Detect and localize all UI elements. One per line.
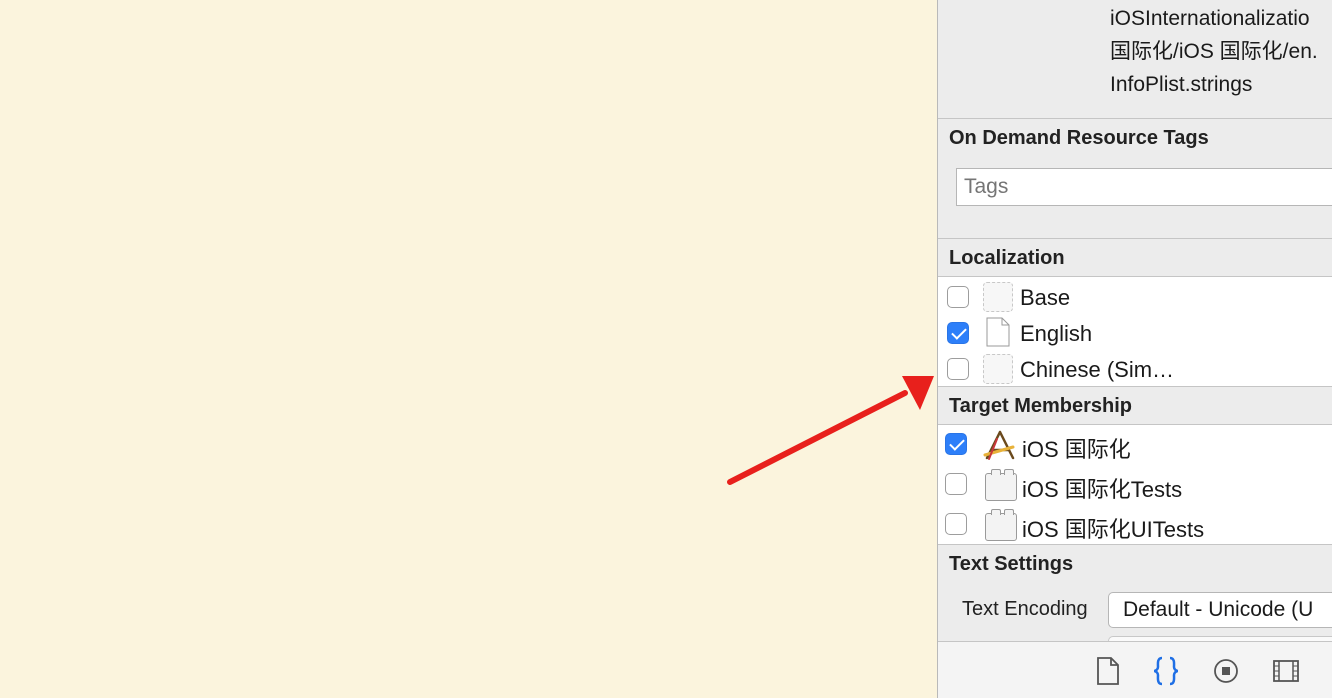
english-checkbox[interactable]	[947, 322, 969, 344]
annotation-arrow	[727, 376, 934, 485]
target-item[interactable]: iOS 国际化	[938, 427, 1332, 463]
localization-label: Base	[1020, 285, 1071, 310]
target-membership-list: iOS 国际化 iOS 国际化Tests iOS 国际化UITests	[938, 425, 1332, 544]
blank-file-icon	[983, 354, 1013, 384]
quick-help-icon[interactable]	[1152, 656, 1180, 686]
tags-input[interactable]	[956, 168, 1332, 206]
target-checkbox[interactable]	[945, 473, 967, 495]
divider	[938, 544, 1332, 545]
base-checkbox[interactable]	[947, 286, 969, 308]
text-encoding-popup[interactable]: Default - Unicode (U	[1108, 592, 1332, 628]
app-target-icon	[983, 430, 1015, 460]
file-icon	[986, 317, 1010, 347]
divider	[938, 238, 1332, 239]
test-bundle-icon	[985, 469, 1017, 501]
localization-item-chinese[interactable]: Chinese (Sim…	[938, 351, 1332, 387]
target-label: iOS 国际化UITests	[1022, 517, 1205, 542]
attributes-icon[interactable]	[1272, 656, 1300, 686]
text-settings-header: Text Settings	[949, 553, 1074, 575]
localization-item-english[interactable]: English	[938, 315, 1332, 351]
target-label: iOS 国际化	[1022, 437, 1131, 462]
target-checkbox[interactable]	[945, 513, 967, 535]
localization-label: Chinese (Sim…	[1020, 357, 1175, 382]
target-checkbox[interactable]	[945, 433, 967, 455]
divider	[938, 118, 1332, 119]
identity-icon[interactable]	[1212, 656, 1240, 686]
path-line: iOSInternationalizatio	[1110, 7, 1310, 30]
test-bundle-icon	[985, 509, 1017, 541]
divider	[938, 386, 1332, 387]
target-item[interactable]: iOS 国际化UITests	[938, 507, 1332, 543]
text-encoding-label: Text Encoding	[962, 598, 1088, 620]
path-line: InfoPlist.strings	[1110, 73, 1253, 96]
target-label: iOS 国际化Tests	[1022, 477, 1183, 502]
on-demand-header: On Demand Resource Tags	[949, 127, 1209, 149]
localization-header: Localization	[949, 247, 1065, 269]
localization-list: Base English Chinese (Sim…	[938, 277, 1332, 386]
localization-label: English	[1020, 321, 1093, 346]
chinese-checkbox[interactable]	[947, 358, 969, 380]
target-item[interactable]: iOS 国际化Tests	[938, 467, 1332, 503]
blank-file-icon	[983, 282, 1013, 312]
inspector-tab-bar	[938, 641, 1332, 698]
path-line: 国际化/iOS 国际化/en.	[1110, 40, 1318, 63]
file-inspector-icon[interactable]	[1094, 656, 1122, 686]
file-full-path: iOSInternationalizatio 国际化/iOS 国际化/en. I…	[1110, 2, 1318, 101]
file-inspector-panel: iOSInternationalizatio 国际化/iOS 国际化/en. I…	[937, 0, 1332, 698]
target-membership-header: Target Membership	[949, 395, 1132, 417]
localization-item-base[interactable]: Base	[938, 279, 1332, 315]
